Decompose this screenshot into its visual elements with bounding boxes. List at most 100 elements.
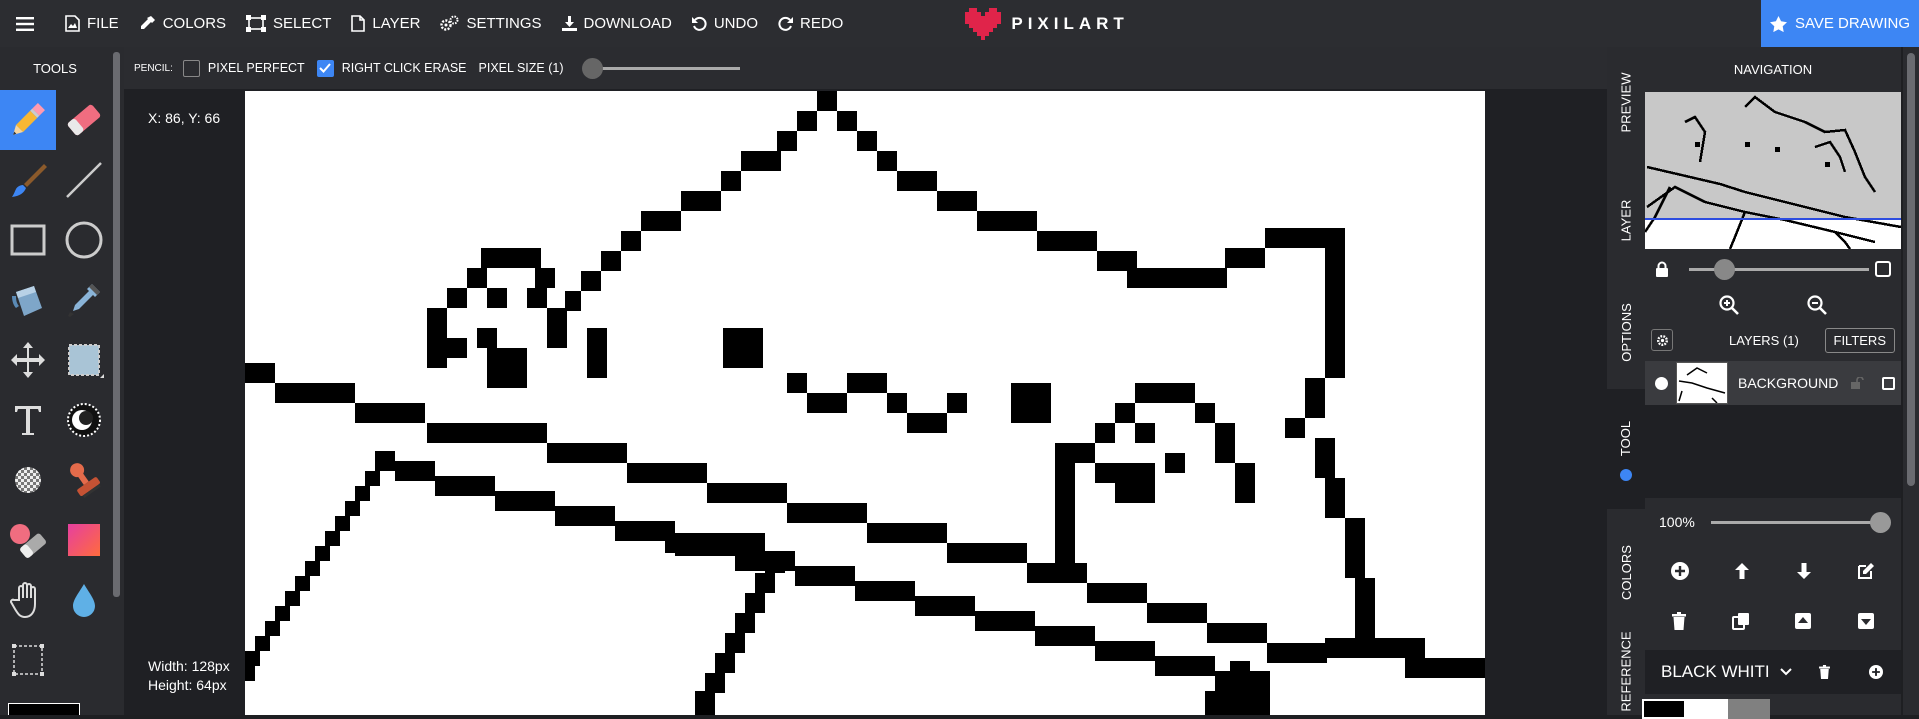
filters-button[interactable]: FILTERS	[1824, 327, 1895, 353]
merge-up-icon[interactable]	[1794, 612, 1812, 630]
pencil-icon	[13, 103, 45, 135]
circle-icon	[65, 221, 103, 259]
palette-selector[interactable]: BLACK WHITI	[1645, 650, 1901, 694]
fit-screen-checkbox[interactable]	[1875, 261, 1891, 277]
unlock-icon[interactable]	[1850, 377, 1865, 389]
bucket-tool[interactable]	[0, 270, 56, 330]
rectangle-icon	[10, 224, 46, 256]
lock-icon[interactable]	[1655, 261, 1669, 277]
crop-tool[interactable]	[0, 630, 56, 690]
text-tool[interactable]	[0, 390, 56, 450]
rectangle-tool[interactable]	[0, 210, 56, 270]
tab-reference-label: REFERENCE	[1618, 631, 1634, 712]
layer-label: LAYER	[372, 15, 421, 32]
pixel-heart-icon	[965, 7, 1002, 40]
layer-thumbnail-image	[1678, 367, 1726, 404]
layer-item[interactable]: BACKGROUND	[1645, 361, 1901, 405]
gradient-icon	[68, 524, 100, 556]
edit-layer-icon[interactable]	[1857, 562, 1875, 580]
select-menu[interactable]: SELECT	[236, 0, 341, 47]
tools-scrollbar[interactable]	[113, 52, 120, 597]
layer-select-checkbox[interactable]	[1882, 376, 1896, 390]
layer-thumbnail	[1676, 362, 1728, 404]
select-label: SELECT	[273, 15, 332, 32]
right-click-erase-option[interactable]: RIGHT CLICK ERASE	[316, 59, 467, 77]
undo-icon	[691, 16, 707, 31]
pixel-perfect-option[interactable]: PIXEL PERFECT	[182, 59, 305, 77]
tab-layer[interactable]: LAYER	[1607, 165, 1645, 275]
swatch-white[interactable]	[1686, 699, 1728, 719]
stamp-tool[interactable]	[56, 450, 112, 510]
hand-tool[interactable]	[0, 570, 56, 630]
eyedropper-tool[interactable]	[56, 270, 112, 330]
navigation-controls	[1645, 249, 1901, 289]
pixel-perfect-checkbox[interactable]	[182, 59, 200, 77]
primary-color-swatch[interactable]	[8, 703, 80, 715]
redo-button[interactable]: REDO	[768, 0, 853, 47]
blur-tool[interactable]	[56, 570, 112, 630]
swatch-black[interactable]	[1642, 699, 1686, 719]
layer-settings-button[interactable]	[1651, 329, 1673, 351]
chevron-down-icon[interactable]	[1779, 668, 1792, 676]
right-click-erase-checkbox[interactable]	[316, 59, 334, 77]
layer-visibility-toggle[interactable]	[1655, 376, 1668, 390]
tab-preview[interactable]: PREVIEW	[1607, 47, 1645, 157]
circle-tool[interactable]	[56, 210, 112, 270]
move-tool[interactable]	[0, 330, 56, 390]
lighten-icon	[67, 403, 101, 437]
add-palette-icon[interactable]	[1868, 665, 1883, 679]
eraser-tool[interactable]	[56, 90, 112, 150]
opacity-slider-knob[interactable]	[1870, 511, 1891, 533]
select-tool[interactable]	[56, 330, 112, 390]
zoom-out-icon[interactable]	[1807, 295, 1827, 315]
layer-menu[interactable]: LAYER	[341, 0, 430, 47]
menu-button[interactable]	[0, 0, 55, 47]
colors-menu[interactable]: COLORS	[129, 0, 236, 47]
pencil-tool[interactable]	[0, 90, 56, 150]
navigation-preview[interactable]	[1645, 92, 1901, 249]
tab-preview-label: PREVIEW	[1618, 72, 1634, 132]
lighten-tool[interactable]	[56, 390, 112, 450]
tab-colors[interactable]: COLORS	[1607, 517, 1645, 627]
add-layer-icon[interactable]	[1671, 562, 1689, 580]
opacity-slider[interactable]	[1710, 511, 1891, 533]
trash-icon[interactable]	[1671, 612, 1687, 630]
mirror-eraser-tool[interactable]	[0, 510, 56, 570]
tab-tool[interactable]: TOOL	[1607, 389, 1645, 509]
layer-actions-row-2	[1645, 596, 1901, 646]
file-menu[interactable]: FILE	[55, 0, 129, 47]
pixel-size-slider-knob[interactable]	[581, 57, 603, 79]
pixel-size-slider[interactable]	[581, 57, 740, 79]
pixilart-logo[interactable]: PIXILART	[965, 7, 1128, 40]
zoom-slider-knob[interactable]	[1714, 258, 1735, 280]
merge-down-icon[interactable]	[1857, 612, 1875, 630]
tab-options[interactable]: OPTIONS	[1607, 277, 1645, 387]
download-icon	[561, 16, 577, 31]
duplicate-layer-icon[interactable]	[1731, 612, 1750, 630]
download-menu[interactable]: DOWNLOAD	[552, 0, 682, 47]
swatch-gray[interactable]	[1728, 699, 1770, 719]
tab-reference[interactable]: REFERENCE	[1607, 631, 1645, 715]
dither-tool[interactable]	[0, 450, 56, 510]
gradient-tool[interactable]	[56, 510, 112, 570]
right-panel-scrollbar[interactable]	[1903, 47, 1919, 715]
drawing-canvas[interactable]	[245, 91, 1485, 715]
blur-drop-icon	[73, 584, 95, 617]
tools-title: TOOLS	[33, 61, 77, 76]
pixel-perfect-label: PIXEL PERFECT	[207, 61, 305, 75]
zoom-in-icon[interactable]	[1719, 295, 1739, 315]
move-layer-down-icon[interactable]	[1795, 562, 1813, 580]
line-tool[interactable]	[56, 150, 112, 210]
move-layer-up-icon[interactable]	[1733, 562, 1751, 580]
crop-icon	[12, 644, 44, 676]
tab-tool-label: TOOL	[1618, 420, 1634, 457]
settings-menu[interactable]: SETTINGS	[430, 0, 551, 47]
delete-palette-icon[interactable]	[1818, 665, 1831, 679]
layers-header: LAYERS (1) FILTERS	[1645, 323, 1901, 357]
undo-button[interactable]: UNDO	[682, 0, 768, 47]
zoom-slider[interactable]	[1689, 258, 1869, 280]
right-panel-scrollbar-thumb[interactable]	[1907, 53, 1915, 486]
brush-tool[interactable]	[0, 150, 56, 210]
hamburger-icon	[16, 16, 34, 31]
save-drawing-button[interactable]: SAVE DRAWING	[1761, 0, 1919, 47]
